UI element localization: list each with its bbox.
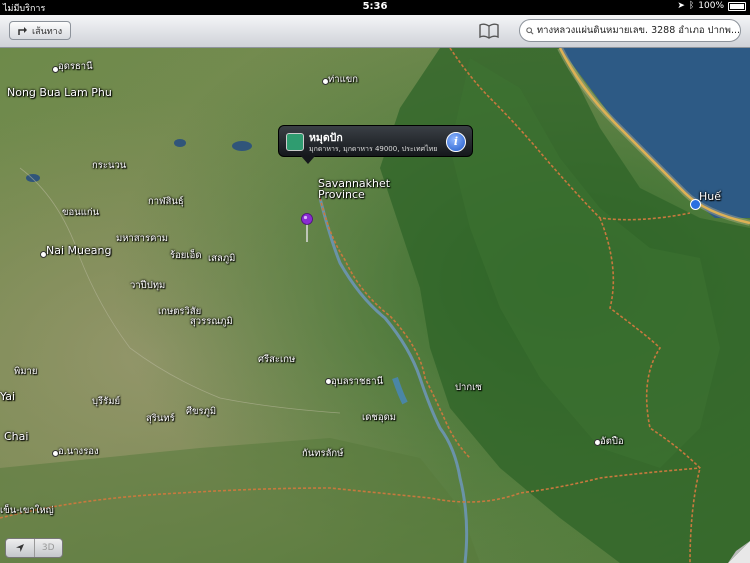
map-label[interactable]: อุบลราชธานี [331,374,383,389]
map-label[interactable]: Savannakhet Province [318,178,390,200]
battery-percent: 100% [698,1,724,11]
directions-label: เส้นทาง [32,26,63,37]
map-label[interactable]: ท่าแขก [328,72,358,87]
map-label[interactable]: ศีขรภูมิ [186,404,216,419]
map-label[interactable]: อุดรธานี [58,59,93,74]
bookmarks-icon[interactable] [478,22,500,40]
map-label[interactable]: สุวรรณภูมิ [190,314,233,329]
map-label[interactable]: สุรินทร์ [146,411,175,426]
maps-toolbar: เส้นทาง ทางหลวงแผ่นดินหมายเลข. 3288 อำเภ… [0,15,750,48]
3d-button[interactable]: 3D [35,539,63,557]
transit-icon [286,133,304,151]
map-label[interactable]: Nong Bua Lam Phu [7,86,112,99]
map-label[interactable]: ร้อยเอ็ด [170,248,202,263]
map-label[interactable]: ศรีสะเกษ [258,352,295,367]
map-label[interactable]: อัตปือ [600,434,624,449]
map-label[interactable]: พิมาย [14,364,37,379]
map-label[interactable]: มหาสารคาม [116,231,168,246]
bluetooth-icon: ᛒ [688,1,695,11]
battery-icon [728,1,746,11]
map-label[interactable]: กาฬสินธุ์ [148,194,184,209]
search-field[interactable]: ทางหลวงแผ่นดินหมายเลข. 3288 อำเภอ ปากพ..… [519,19,741,42]
map-label[interactable]: กระนวน [92,158,126,173]
location-arrow-icon [15,544,24,552]
map-label[interactable]: วาปีปทุม [130,278,165,293]
map-label[interactable]: ขอนแก่น [62,205,99,220]
status-bar: ไม่มีบริการ 5:36 ➤ ᛒ 100% [0,0,750,15]
page-curl-icon[interactable] [728,541,750,563]
directions-button[interactable]: เส้นทาง [9,21,72,40]
map-label[interactable]: เสลภูมิ [208,251,235,266]
map-controls: 3D [5,538,63,558]
locate-me-button[interactable] [6,539,35,557]
info-button[interactable]: i [446,132,466,152]
hue-location-dot [690,199,701,210]
dropped-pin-icon[interactable] [300,213,314,243]
pin-callout[interactable]: หมุดปัก มุกดาหาร, มุกดาหาร 49000, ประเทศ… [278,125,473,164]
map-label[interactable]: ปากเซ [455,380,482,395]
map-label[interactable]: เข็น-เขาใหญ่ [0,503,54,518]
map-label[interactable]: Nai Mueang [46,244,111,257]
map-label[interactable]: Chai [4,430,28,443]
map-label[interactable]: เดชอุดม [362,410,396,425]
map-label[interactable]: กันทรลักษ์ [302,446,343,461]
clock: 5:36 [362,1,388,12]
map-label[interactable]: Yai [0,390,15,403]
turn-arrow-icon [18,26,27,35]
map-label[interactable]: Huế [699,190,721,203]
map-label[interactable]: บุรีรัมย์ [92,394,120,409]
location-services-icon: ➤ [677,1,685,11]
callout-address: มุกดาหาร, มุกดาหาร 49000, ประเทศไทย [309,145,438,153]
search-value: ทางหลวงแผ่นดินหมายเลข. 3288 อำเภอ ปากพ..… [536,25,740,36]
search-icon [526,26,534,35]
map-label[interactable]: อ.นางรอง [58,444,99,459]
status-right: ➤ ᛒ 100% [677,1,746,11]
